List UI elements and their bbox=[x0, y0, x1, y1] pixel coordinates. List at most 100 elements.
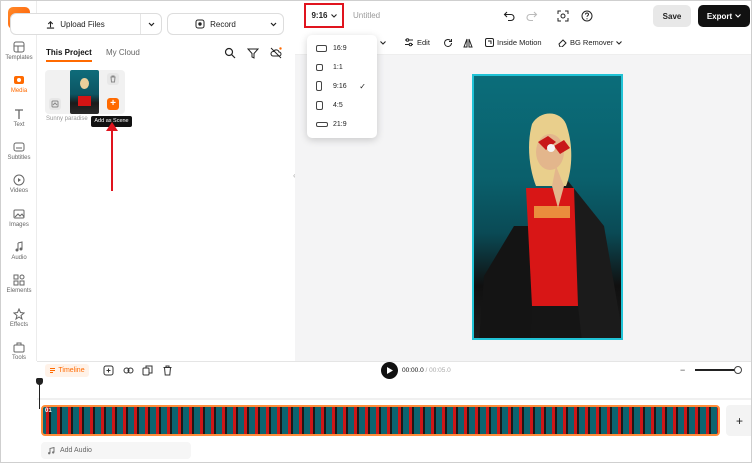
motion-icon bbox=[485, 38, 494, 47]
rail-item-effects[interactable]: Effects bbox=[1, 308, 37, 338]
music-note-icon bbox=[48, 446, 55, 454]
add-scene-icon[interactable] bbox=[103, 365, 114, 376]
ratio-option-1-1[interactable]: 1:1 bbox=[307, 59, 377, 75]
rail-item-videos[interactable]: Videos bbox=[1, 174, 37, 204]
edit-label: Edit bbox=[417, 38, 430, 47]
redo-icon[interactable] bbox=[526, 10, 538, 22]
timeline-tab[interactable]: Timeline bbox=[45, 364, 89, 377]
upload-icon bbox=[47, 20, 55, 29]
rail-label: Text bbox=[13, 122, 25, 128]
current-time: 00:00.0 bbox=[402, 367, 424, 374]
eraser-icon bbox=[558, 39, 567, 47]
chevron-down-icon bbox=[330, 13, 337, 18]
rail-label: Images bbox=[9, 222, 29, 228]
play-button[interactable] bbox=[381, 362, 398, 379]
split-icon[interactable] bbox=[123, 365, 134, 376]
rail-label: Subtitles bbox=[7, 155, 31, 161]
media-thumbnail[interactable] bbox=[70, 70, 99, 114]
ratio-option-21-9[interactable]: 21:9 bbox=[307, 116, 377, 132]
portrait-ratio-icon bbox=[316, 81, 322, 91]
tab-my-cloud[interactable]: My Cloud bbox=[106, 48, 140, 57]
record-options-dropdown[interactable] bbox=[263, 14, 283, 34]
images-icon bbox=[13, 209, 25, 219]
add-clip-button[interactable]: + bbox=[726, 405, 751, 436]
chevron-down-icon bbox=[379, 40, 386, 45]
edit-button[interactable]: Edit bbox=[404, 38, 430, 47]
rail-label: Effects bbox=[9, 322, 29, 328]
rail-label: Media bbox=[10, 88, 28, 94]
elements-icon bbox=[13, 274, 25, 286]
left-rail: F Templates Media Text Subtitles Videos … bbox=[1, 1, 37, 361]
delete-icon[interactable] bbox=[162, 365, 173, 376]
timeline-icon bbox=[50, 368, 56, 373]
delete-media-icon[interactable] bbox=[107, 73, 119, 85]
playback-time: 00:00.0 / 00:05.0 bbox=[402, 367, 451, 374]
flip-icon[interactable] bbox=[463, 38, 473, 48]
project-title[interactable]: Untitled bbox=[353, 11, 380, 20]
chevron-down-icon bbox=[148, 22, 154, 26]
help-icon[interactable] bbox=[581, 10, 593, 22]
undo-icon[interactable] bbox=[503, 10, 515, 22]
rail-label: Elements bbox=[6, 288, 32, 294]
video-preview-canvas[interactable] bbox=[472, 74, 623, 340]
zoom-slider-track[interactable] bbox=[695, 369, 737, 371]
save-button[interactable]: Save bbox=[653, 5, 691, 27]
cloud-off-icon[interactable] bbox=[270, 47, 282, 59]
filter-icon[interactable] bbox=[247, 47, 259, 59]
ratio-option-16-9[interactable]: 16:9 bbox=[307, 40, 377, 56]
upload-files-button[interactable]: Upload Files bbox=[10, 13, 162, 35]
video-clip-track[interactable] bbox=[41, 405, 720, 436]
aspect-ratio-value: 9:16 bbox=[311, 11, 328, 20]
chevron-down-icon bbox=[616, 40, 623, 45]
record-main[interactable]: Record bbox=[168, 14, 263, 34]
record-button[interactable]: Record bbox=[167, 13, 284, 35]
rail-item-subtitles[interactable]: Subtitles bbox=[1, 141, 37, 171]
ultrawide-ratio-icon bbox=[316, 121, 328, 127]
rotate-icon[interactable] bbox=[443, 38, 453, 48]
ratio-option-9-16[interactable]: 9:16 ✓ bbox=[307, 78, 377, 94]
asset-caption: Sunny paradise bbox=[46, 116, 88, 122]
video-preview-frame bbox=[479, 113, 621, 338]
aspect-ratio-button[interactable]: 9:16 bbox=[304, 3, 344, 28]
replace-media-icon[interactable] bbox=[49, 98, 61, 110]
rail-item-text[interactable]: Text bbox=[1, 108, 37, 138]
ratio-option-label: 9:16 bbox=[333, 82, 347, 90]
rail-item-audio[interactable]: Audio bbox=[1, 241, 37, 271]
add-as-scene-button[interactable]: + bbox=[107, 98, 119, 110]
inside-motion-button[interactable]: Inside Motion bbox=[485, 38, 542, 47]
chevron-down-icon bbox=[735, 14, 742, 18]
tools-icon bbox=[13, 342, 25, 353]
export-button[interactable]: Export bbox=[698, 5, 750, 27]
rail-label: Videos bbox=[9, 188, 29, 194]
duplicate-icon[interactable] bbox=[142, 365, 153, 376]
bg-remover-button[interactable]: BG Remover bbox=[558, 38, 623, 47]
total-time: 00:05.0 bbox=[429, 367, 451, 374]
upload-files-main[interactable]: Upload Files bbox=[11, 14, 141, 34]
rail-label: Audio bbox=[11, 255, 27, 261]
effects-icon bbox=[13, 308, 25, 320]
record-label: Record bbox=[210, 19, 236, 29]
add-audio-label: Add Audio bbox=[60, 447, 92, 454]
clip-index-label: 01 bbox=[45, 408, 52, 414]
rail-item-templates[interactable]: Templates bbox=[1, 41, 37, 71]
record-icon bbox=[195, 19, 205, 29]
rail-item-elements[interactable]: Elements bbox=[1, 274, 37, 304]
rail-item-images[interactable]: Images bbox=[1, 208, 37, 238]
zoom-out-button[interactable]: − bbox=[680, 365, 685, 375]
tab-this-project[interactable]: This Project bbox=[46, 48, 92, 62]
timeline-ruler bbox=[37, 398, 751, 400]
rail-item-tools[interactable]: Tools bbox=[1, 341, 37, 371]
zoom-slider-handle[interactable] bbox=[734, 366, 742, 374]
ratio-option-label: 1:1 bbox=[333, 63, 343, 71]
rail-item-media[interactable]: Media bbox=[1, 74, 37, 104]
search-icon[interactable] bbox=[224, 47, 236, 59]
inside-motion-label: Inside Motion bbox=[497, 38, 542, 47]
preview-icon[interactable] bbox=[557, 10, 569, 22]
check-icon: ✓ bbox=[359, 81, 366, 91]
ratio-option-4-5[interactable]: 4:5 bbox=[307, 97, 377, 113]
playhead-line[interactable] bbox=[39, 379, 40, 409]
rail-label: Templates bbox=[5, 55, 33, 61]
upload-options-dropdown[interactable] bbox=[141, 14, 161, 34]
media-icon bbox=[14, 76, 24, 84]
add-audio-button[interactable]: Add Audio bbox=[41, 442, 191, 459]
